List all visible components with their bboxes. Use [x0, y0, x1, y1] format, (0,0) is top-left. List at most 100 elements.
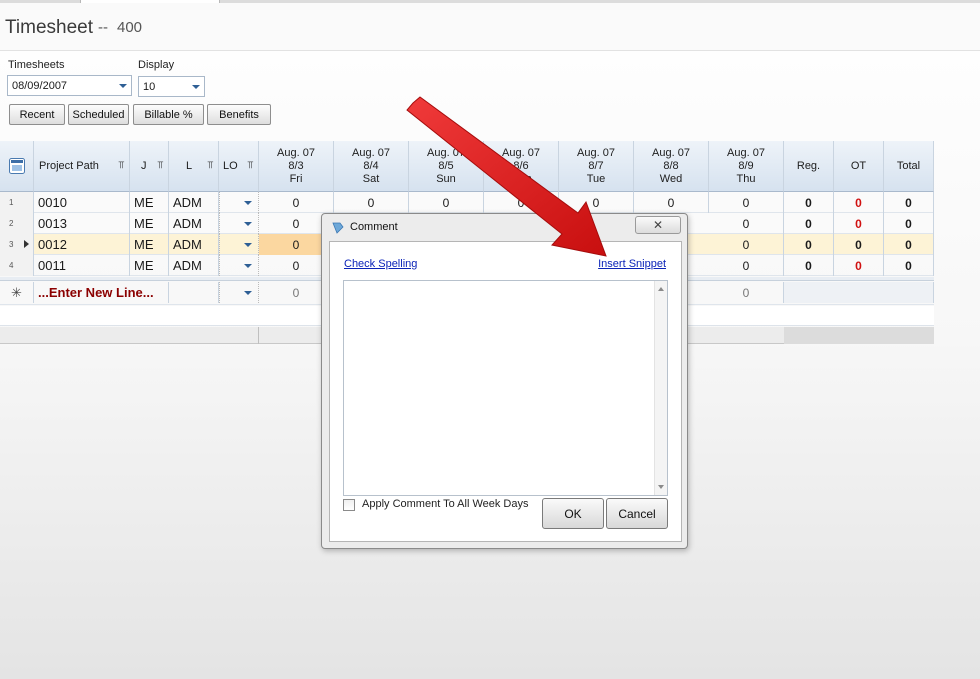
l-cell[interactable]: ADM: [169, 213, 219, 234]
pin-icon[interactable]: ⫪: [118, 160, 124, 171]
col-day-sun[interactable]: Aug. 07 8/5 Sun: [409, 141, 484, 192]
new-hours-thu[interactable]: 0: [709, 282, 784, 303]
chevron-down-icon[interactable]: [188, 77, 204, 96]
j-cell[interactable]: ME: [130, 234, 169, 255]
textarea-scrollbar[interactable]: [654, 281, 667, 495]
scheduled-button[interactable]: Scheduled: [68, 104, 129, 125]
row-number: 1: [0, 192, 34, 213]
col-day-thu[interactable]: Aug. 07 8/9 Thu: [709, 141, 784, 192]
pin-icon[interactable]: ⫪: [247, 160, 253, 171]
col-total[interactable]: Total: [884, 141, 934, 192]
title-separator: --: [98, 19, 108, 36]
col-day-fri[interactable]: Aug. 07 8/3 Fri: [259, 141, 334, 192]
pin-icon[interactable]: ⫪: [207, 160, 213, 171]
l-cell[interactable]: ADM: [169, 234, 219, 255]
day-month: Aug. 07: [727, 146, 765, 159]
col-reg-label: Reg.: [796, 159, 821, 172]
day-date: 8/4: [363, 159, 379, 172]
chevron-down-icon[interactable]: [115, 76, 131, 95]
day-month: Aug. 07: [277, 146, 315, 159]
timesheets-date-select[interactable]: 08/09/2007: [7, 75, 132, 96]
benefits-button[interactable]: Benefits: [207, 104, 271, 125]
day-dow: Thu: [736, 172, 756, 185]
hours-sun[interactable]: 0: [409, 192, 484, 213]
pin-icon[interactable]: ⫪: [157, 160, 163, 171]
recent-button[interactable]: Recent: [9, 104, 65, 125]
col-reg[interactable]: Reg.: [784, 141, 834, 192]
row-total: 0: [884, 213, 934, 234]
comment-dialog: Comment ✕ Check Spelling Insert Snippet …: [321, 213, 688, 549]
hours-thu[interactable]: 0: [709, 192, 784, 213]
day-date: 8/7: [588, 159, 604, 172]
col-day-sat[interactable]: Aug. 07 8/4 Sat: [334, 141, 409, 192]
day-dow: Fri: [289, 172, 303, 185]
col-j[interactable]: J ⫪: [130, 141, 169, 192]
reg-total: 0: [784, 192, 834, 213]
col-project-path[interactable]: Project Path ⫪: [34, 141, 130, 192]
insert-snippet-link[interactable]: Insert Snippet: [598, 258, 666, 270]
hours-thu[interactable]: 0: [709, 255, 784, 276]
col-day-wed[interactable]: Aug. 07 8/8 Wed: [634, 141, 709, 192]
col-day-mon[interactable]: Aug. 07 8/6 Mon: [484, 141, 559, 192]
row-number: 3: [0, 234, 34, 255]
scroll-down-icon[interactable]: [658, 485, 664, 489]
hours-wed[interactable]: 0: [634, 192, 709, 213]
comment-textarea[interactable]: [343, 280, 668, 496]
day-dow: Mon: [510, 172, 532, 185]
col-l[interactable]: L ⫪: [169, 141, 219, 192]
col-lo[interactable]: LO ⫪: [219, 141, 259, 192]
row-number: 2: [0, 213, 34, 234]
check-spelling-link[interactable]: Check Spelling: [344, 258, 417, 270]
j-cell[interactable]: ME: [130, 255, 169, 276]
scroll-up-icon[interactable]: [658, 287, 664, 291]
day-date: 8/9: [738, 159, 754, 172]
timesheets-label: Timesheets: [8, 59, 65, 71]
billable-button[interactable]: Billable %: [133, 104, 204, 125]
day-month: Aug. 07: [652, 146, 690, 159]
lo-dropdown[interactable]: [219, 234, 259, 255]
new-line-totals-empty: [784, 282, 934, 303]
project-path-cell[interactable]: 0011: [34, 255, 130, 276]
lo-dropdown[interactable]: [219, 213, 259, 234]
hours-sat[interactable]: 0: [334, 192, 409, 213]
enter-new-line[interactable]: ...Enter New Line...: [34, 282, 169, 303]
table-row[interactable]: 1 0010 ME ADM 0 0 0 0 0 0 0 0 0 0: [0, 192, 934, 213]
col-ot[interactable]: OT: [834, 141, 884, 192]
hours-thu[interactable]: 0: [709, 234, 784, 255]
dialog-title: Comment: [350, 221, 398, 233]
ok-button[interactable]: OK: [542, 498, 604, 529]
l-cell-empty[interactable]: [169, 282, 219, 303]
project-path-cell[interactable]: 0013: [34, 213, 130, 234]
col-j-label: J: [141, 160, 147, 172]
timesheet-number: 400: [117, 19, 143, 36]
hours-tue[interactable]: 0: [559, 192, 634, 213]
row-total: 0: [884, 192, 934, 213]
display-select[interactable]: 10: [138, 76, 205, 97]
project-path-cell[interactable]: 0010: [34, 192, 130, 213]
day-month: Aug. 07: [352, 146, 390, 159]
lo-dropdown[interactable]: [219, 282, 259, 303]
close-icon[interactable]: ✕: [635, 216, 681, 234]
grid-settings-button[interactable]: [0, 141, 34, 192]
day-date: 8/6: [513, 159, 529, 172]
day-dow: Tue: [586, 172, 606, 185]
day-dow: Wed: [659, 172, 683, 185]
lo-dropdown[interactable]: [219, 255, 259, 276]
day-date: 8/3: [288, 159, 304, 172]
l-cell[interactable]: ADM: [169, 255, 219, 276]
hours-fri[interactable]: 0: [259, 192, 334, 213]
footer-totals: [784, 327, 934, 344]
col-day-tue[interactable]: Aug. 07 8/7 Tue: [559, 141, 634, 192]
apply-all-label: Apply Comment To All Week Days: [362, 498, 529, 510]
apply-all-checkbox[interactable]: [343, 499, 355, 511]
hours-mon[interactable]: 0: [484, 192, 559, 213]
day-month: Aug. 07: [427, 146, 465, 159]
cancel-button[interactable]: Cancel: [606, 498, 668, 529]
hours-thu[interactable]: 0: [709, 213, 784, 234]
day-month: Aug. 07: [502, 146, 540, 159]
j-cell[interactable]: ME: [130, 192, 169, 213]
lo-dropdown[interactable]: [219, 192, 259, 213]
l-cell[interactable]: ADM: [169, 192, 219, 213]
project-path-cell[interactable]: 0012: [34, 234, 130, 255]
j-cell[interactable]: ME: [130, 213, 169, 234]
